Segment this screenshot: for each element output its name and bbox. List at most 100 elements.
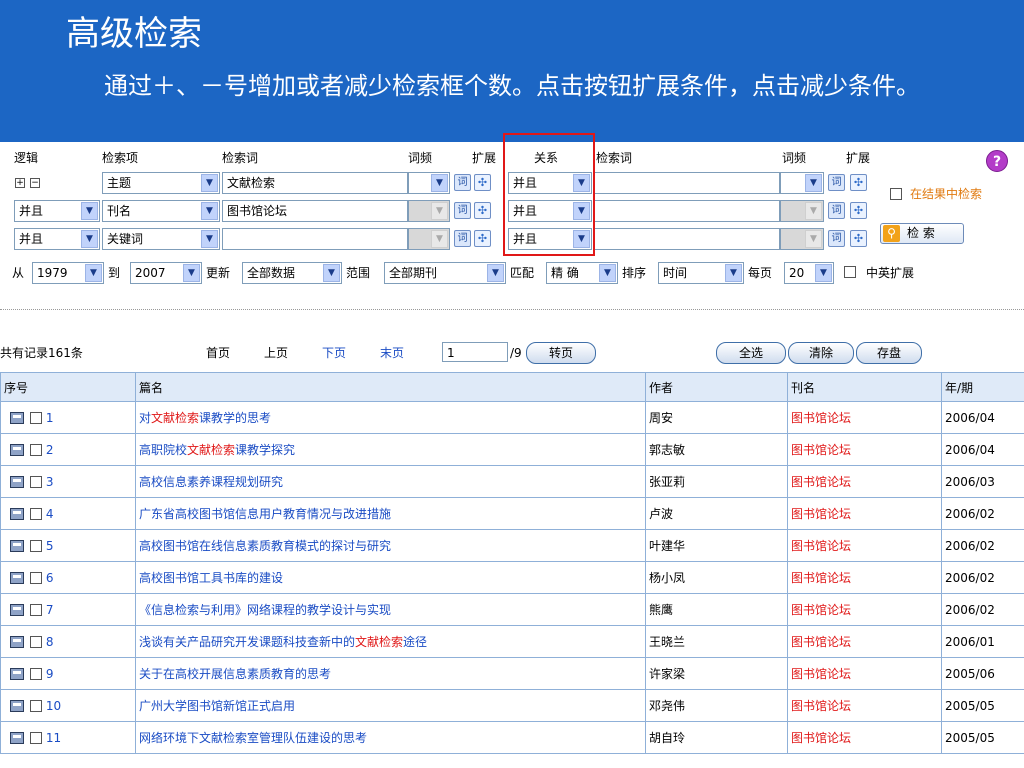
record-icon[interactable] [10,668,24,680]
record-icon[interactable] [10,444,24,456]
title-cell[interactable]: 高校图书馆工具书库的建设 [135,561,646,594]
select-all-button[interactable]: 全选 [716,342,786,364]
row-checkbox[interactable] [30,444,42,456]
match-select[interactable]: 精 确 ▼ [546,262,618,284]
row-checkbox[interactable] [30,668,42,680]
row-checkbox[interactable] [30,732,42,744]
expand-network-icon[interactable]: ✣ [850,230,867,247]
journal-cell[interactable]: 图书馆论坛 [787,529,942,562]
update-select[interactable]: 全部数据 ▼ [242,262,342,284]
row-checkbox[interactable] [30,540,42,552]
journal-cell[interactable]: 图书馆论坛 [787,497,942,530]
record-icon[interactable] [10,604,24,616]
term2-input-1[interactable] [594,172,780,194]
freq2-select-1[interactable]: ▼ [780,172,824,194]
field-select-3[interactable]: 关键词 ▼ [102,228,220,250]
term-input-1[interactable]: 文献检索 [222,172,408,194]
cn-en-expand-checkbox[interactable] [844,266,856,278]
row-checkbox[interactable] [30,604,42,616]
help-icon[interactable]: ? [986,150,1008,172]
search-button[interactable]: ⚲ 检 索 [880,223,964,244]
word-expand-icon[interactable]: 词 [828,230,845,247]
row-checkbox[interactable] [30,572,42,584]
field-header: 检索项 [102,151,139,165]
title-cell[interactable]: 对文献检索课教学的思考 [135,401,646,434]
author-cell: 郭志敏 [645,433,788,466]
first-page-link[interactable]: 首页 [206,345,230,361]
record-icon[interactable] [10,540,24,552]
journal-cell[interactable]: 图书馆论坛 [787,593,942,626]
expand-network-icon[interactable]: ✣ [850,202,867,219]
expand-network-icon[interactable]: ✣ [474,202,491,219]
journal-cell[interactable]: 图书馆论坛 [787,561,942,594]
logic-select-2[interactable]: 并且 ▼ [14,200,100,222]
prev-page-link[interactable]: 上页 [264,345,288,361]
term-input-3[interactable] [222,228,408,250]
to-year-select[interactable]: 2007 ▼ [130,262,202,284]
freq-select-1[interactable]: ▼ [408,172,450,194]
row-checkbox[interactable] [30,700,42,712]
title-text: 广东省高校图书馆信息用户教育情况与改进措施 [139,507,392,521]
title-cell[interactable]: 网络环境下文献检索室管理队伍建设的思考 [135,721,646,754]
freq2-header: 词频 [782,151,807,165]
journal-cell[interactable]: 图书馆论坛 [787,689,942,722]
range-select[interactable]: 全部期刊 ▼ [384,262,506,284]
record-icon[interactable] [10,636,24,648]
per-page-select[interactable]: 20 ▼ [784,262,834,284]
title-cell[interactable]: 浅谈有关产品研究开发课题科技查新中的文献检索途径 [135,625,646,658]
title-cell[interactable]: 《信息检索与利用》网络课程的教学设计与实现 [135,593,646,626]
row-checkbox[interactable] [30,636,42,648]
title-cell[interactable]: 高职院校文献检索课教学探究 [135,433,646,466]
journal-cell[interactable]: 图书馆论坛 [787,433,942,466]
journal-cell[interactable]: 图书馆论坛 [787,657,942,690]
last-page-link[interactable]: 末页 [380,345,404,361]
title-cell[interactable]: 高校图书馆在线信息素质教育模式的探讨与研究 [135,529,646,562]
row-checkbox[interactable] [30,476,42,488]
title-text: 广州大学图书馆新馆正式启用 [139,699,296,713]
from-year-select[interactable]: 1979 ▼ [32,262,104,284]
term2-input-2[interactable] [594,200,780,222]
search-in-results-checkbox[interactable] [890,188,902,200]
journal-cell[interactable]: 图书馆论坛 [787,625,942,658]
record-icon[interactable] [10,508,24,520]
field-select-1[interactable]: 主题 ▼ [102,172,220,194]
title-cell[interactable]: 广州大学图书馆新馆正式启用 [135,689,646,722]
sort-select[interactable]: 时间 ▼ [658,262,744,284]
next-page-link[interactable]: 下页 [322,345,346,361]
table-row: 1 对文献检索课教学的思考 周安 图书馆论坛 2006/04 [0,401,1024,434]
from-label: 从 [12,266,25,280]
remove-row-minus-icon[interactable]: − [30,178,40,188]
row-checkbox[interactable] [30,508,42,520]
word-expand-icon[interactable]: 词 [828,202,845,219]
goto-page-button[interactable]: 转页 [526,342,596,364]
logic-select-3[interactable]: 并且 ▼ [14,228,100,250]
record-icon[interactable] [10,572,24,584]
word-expand-icon[interactable]: 词 [454,202,471,219]
expand-network-icon[interactable]: ✣ [850,174,867,191]
expand-network-icon[interactable]: ✣ [474,230,491,247]
term-input-2[interactable]: 图书馆论坛 [222,200,408,222]
word-expand-icon[interactable]: 词 [454,174,471,191]
issue-cell: 2006/02 [941,497,1024,530]
expand-network-icon[interactable]: ✣ [474,174,491,191]
title-cell[interactable]: 高校信息素养课程规划研究 [135,465,646,498]
record-icon[interactable] [10,412,24,424]
record-icon[interactable] [10,476,24,488]
word-expand-icon[interactable]: 词 [454,230,471,247]
word-expand-icon[interactable]: 词 [828,174,845,191]
clear-button[interactable]: 清除 [788,342,854,364]
journal-cell[interactable]: 图书馆论坛 [787,465,942,498]
title-cell[interactable]: 广东省高校图书馆信息用户教育情况与改进措施 [135,497,646,530]
journal-cell[interactable]: 图书馆论坛 [787,721,942,754]
record-icon[interactable] [10,700,24,712]
title-cell[interactable]: 关于在高校开展信息素质教育的思考 [135,657,646,690]
journal-cell[interactable]: 图书馆论坛 [787,401,942,434]
add-row-plus-icon[interactable]: + [15,178,25,188]
save-button[interactable]: 存盘 [856,342,922,364]
row-checkbox[interactable] [30,412,42,424]
record-icon[interactable] [10,732,24,744]
field-select-2[interactable]: 刊名 ▼ [102,200,220,222]
term2-input-3[interactable] [594,228,780,250]
page-number-input[interactable]: 1 [442,342,508,362]
title-text: 途径 [403,635,428,649]
